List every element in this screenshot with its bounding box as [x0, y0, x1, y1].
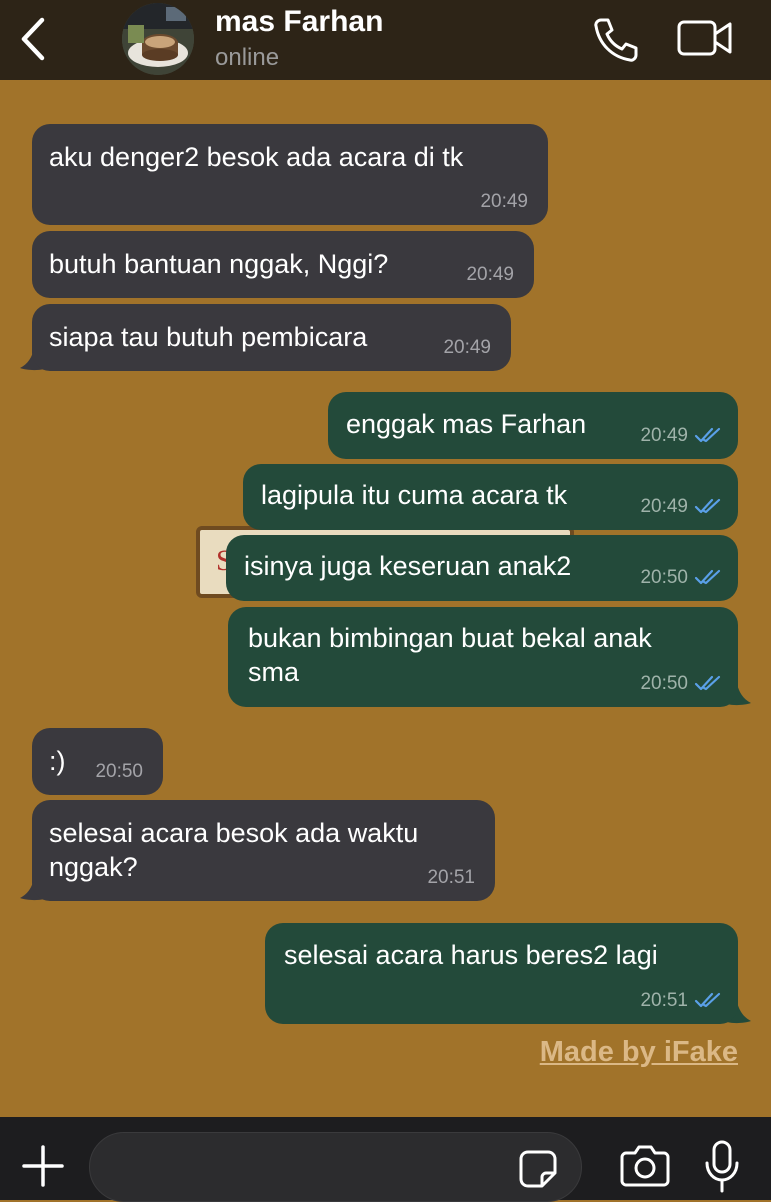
camera-button[interactable]: [620, 1143, 670, 1187]
microphone-icon: [705, 1140, 739, 1193]
message-time: 20:49: [466, 264, 514, 285]
message-bubble-outgoing[interactable]: isinya juga keseruan anak2 20:50: [226, 535, 738, 601]
message-bubble-outgoing[interactable]: selesai acara harus beres2 lagi 20:51: [265, 923, 738, 1024]
avatar-image: [122, 3, 194, 75]
message-text: lagipula itu cuma acara tk: [261, 480, 568, 510]
contact-status: online: [215, 44, 280, 71]
double-check-icon: [694, 675, 721, 691]
plus-icon: [22, 1145, 64, 1187]
message-bubble-outgoing[interactable]: enggak mas Farhan 20:49: [328, 392, 738, 459]
message-text-line: bukan bimbingan buat bekal anak: [248, 623, 652, 653]
message-text-line: selesai acara besok ada waktu: [49, 818, 419, 848]
message-time: 20:51: [427, 867, 475, 888]
message-text: aku denger2 besok ada acara di tk: [49, 142, 464, 172]
message-time: 20:49: [480, 191, 528, 212]
sticker-button[interactable]: [518, 1149, 558, 1189]
chevron-left-icon: [21, 17, 45, 61]
chat-area[interactable]: S aku denger2 besok ada acara di tk 20:4…: [0, 80, 771, 1117]
attach-button[interactable]: [20, 1143, 66, 1189]
message-bubble-incoming[interactable]: butuh bantuan nggak, Nggi? 20:49: [32, 231, 534, 298]
message-time: 20:50: [640, 567, 688, 588]
voice-record-button[interactable]: [702, 1139, 742, 1195]
double-check-icon: [694, 992, 721, 1008]
sticker-icon: [519, 1150, 557, 1188]
phone-icon: [594, 18, 638, 62]
message-bubble-incoming[interactable]: selesai acara besok ada waktu nggak? 20:…: [32, 800, 495, 901]
composer-bar: [0, 1117, 771, 1202]
message-text-line: nggak?: [49, 852, 138, 882]
message-bubble-incoming[interactable]: :) 20:50: [32, 728, 163, 795]
video-call-button[interactable]: [676, 16, 734, 60]
double-check-icon: [694, 427, 721, 443]
message-time: 20:50: [640, 673, 688, 694]
message-text-line: sma: [248, 657, 300, 687]
message-text: selesai acara harus beres2 lagi: [284, 940, 658, 970]
double-check-icon: [694, 498, 721, 514]
avatar[interactable]: [122, 3, 194, 75]
message-input-container[interactable]: [89, 1132, 582, 1202]
camera-icon: [620, 1145, 670, 1187]
message-text: enggak mas Farhan: [346, 409, 587, 439]
message-text: :): [49, 746, 66, 776]
message-bubble-incoming[interactable]: aku denger2 besok ada acara di tk 20:49: [32, 124, 548, 225]
voice-call-button[interactable]: [590, 14, 640, 64]
message-text: siapa tau butuh pembicara: [49, 322, 368, 352]
message-time: 20:50: [95, 761, 143, 782]
back-button[interactable]: [14, 14, 54, 64]
watermark-link[interactable]: Made by iFake: [540, 1036, 738, 1069]
message-input[interactable]: [110, 1149, 514, 1187]
message-time: 20:49: [640, 496, 688, 517]
message-time: 20:49: [640, 425, 688, 446]
message-bubble-incoming[interactable]: siapa tau butuh pembicara 20:49: [32, 304, 511, 371]
message-text: butuh bantuan nggak, Nggi?: [49, 249, 389, 279]
message-bubble-outgoing[interactable]: lagipula itu cuma acara tk 20:49: [243, 464, 738, 530]
chat-header: mas Farhan online: [0, 0, 771, 80]
message-bubble-outgoing[interactable]: bukan bimbingan buat bekal anak sma 20:5…: [228, 607, 738, 707]
contact-name[interactable]: mas Farhan: [215, 5, 383, 39]
message-text: isinya juga keseruan anak2: [244, 551, 572, 581]
double-check-icon: [694, 569, 721, 585]
message-time: 20:51: [640, 990, 688, 1011]
message-time: 20:49: [443, 337, 491, 358]
video-camera-icon: [677, 20, 732, 56]
